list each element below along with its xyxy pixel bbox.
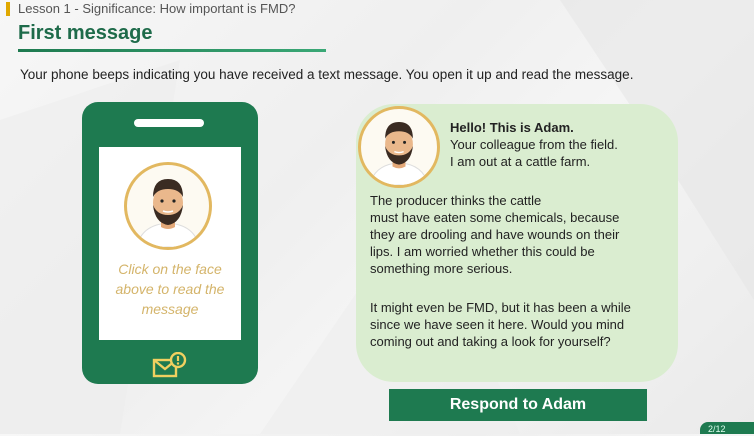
lesson-title: Lesson 1 - Significance: How important i…: [18, 1, 296, 16]
intro-text: Your phone beeps indicating you have rec…: [20, 67, 634, 82]
page-indicator: 2/12: [700, 422, 754, 434]
phone: Click on the face above to read the mess…: [82, 102, 258, 384]
page-title: First message: [18, 22, 153, 44]
message-paragraph: The producer thinks the cattle must have…: [370, 193, 620, 276]
adam-face-button[interactable]: [124, 162, 212, 250]
mail-notification-icon: [152, 352, 187, 378]
lesson-accent-bar: [6, 2, 10, 16]
phone-screen: Click on the face above to read the mess…: [99, 147, 241, 340]
adam-avatar-icon: [136, 179, 200, 247]
message-bubble: Hello! This is Adam. Your colleague from…: [356, 104, 678, 382]
message-greeting: Hello! This is Adam.: [450, 120, 574, 135]
phone-speaker: [134, 119, 204, 127]
adam-avatar-icon: [369, 121, 429, 185]
message-line: I am out at a cattle farm.: [450, 154, 591, 169]
phone-hint: Click on the face above to read the mess…: [115, 261, 225, 317]
bubble-avatar: [358, 106, 440, 188]
message-line: Your colleague from the field.: [450, 137, 618, 152]
title-underline: [18, 49, 326, 52]
respond-button[interactable]: Respond to Adam: [389, 389, 647, 421]
message-paragraph: It might even be FMD, but it has been a …: [370, 300, 631, 349]
